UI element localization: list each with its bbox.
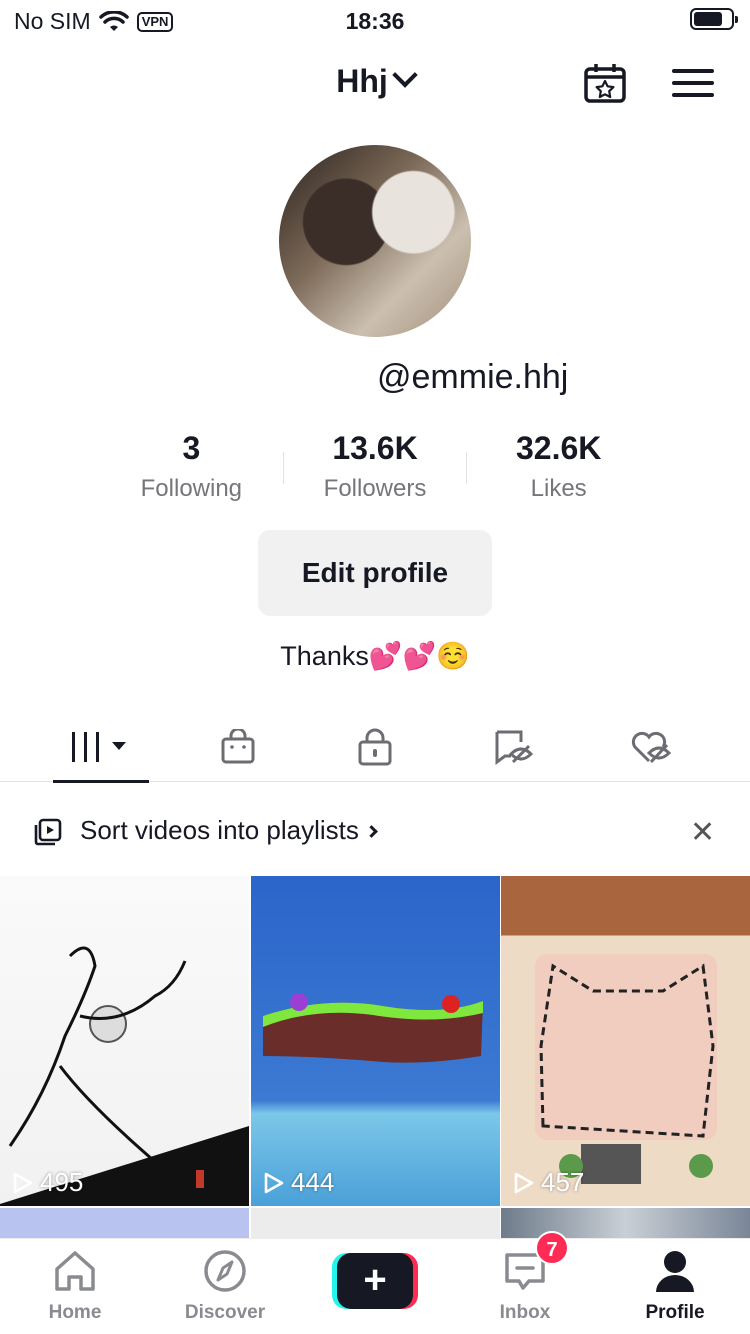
video-thumbnail[interactable]	[251, 1208, 500, 1238]
close-icon[interactable]: ✕	[690, 815, 715, 850]
stickman-thumbnail-art	[0, 946, 249, 1206]
tab-shop[interactable]	[190, 712, 286, 782]
hidden-heart-icon	[631, 731, 671, 764]
followers-stat[interactable]: 13.6K Followers	[284, 430, 467, 510]
play-icon	[13, 1172, 33, 1193]
view-count-value: 444	[291, 1167, 335, 1197]
play-icon	[264, 1172, 284, 1193]
menu-line	[672, 93, 714, 97]
profile-bio: Thanks💕💕☺️	[280, 641, 470, 671]
lock-icon	[358, 728, 392, 766]
playlist-banner-text: Sort videos into playlists	[80, 815, 378, 846]
chevron-right-icon	[365, 825, 378, 838]
video-thumbnail[interactable]: 444	[251, 876, 500, 1206]
likes-label: Likes	[530, 475, 587, 502]
person-icon	[656, 1251, 694, 1292]
view-count-value: 457	[541, 1167, 585, 1197]
home-icon	[55, 1251, 95, 1291]
video-thumbnail[interactable]	[501, 1208, 750, 1238]
status-bar: No SIM VPN 18:36	[0, 0, 750, 40]
profile-handle: @emmie.hhj	[377, 358, 569, 396]
nav-discover-label: Discover	[184, 1302, 266, 1323]
nav-inbox[interactable]: Inbox	[465, 1249, 585, 1324]
content-tabs	[0, 712, 750, 783]
platform-thumbnail-art	[263, 993, 483, 1063]
likes-count: 32.6K	[515, 430, 602, 466]
nav-home[interactable]: Home	[15, 1249, 135, 1324]
status-time: 18:36	[345, 8, 405, 34]
cat-puzzle-thumbnail-art	[535, 954, 717, 1184]
view-count-value: 495	[40, 1167, 84, 1197]
video-thumbnail[interactable]	[0, 1208, 249, 1238]
menu-line	[672, 69, 714, 73]
edit-profile-button[interactable]: Edit profile	[258, 530, 492, 616]
calendar-button[interactable]	[584, 63, 626, 103]
playlist-icon	[34, 818, 62, 846]
video-thumbnail[interactable]: 495	[0, 876, 249, 1206]
view-count: 495	[12, 1167, 83, 1198]
nav-discover[interactable]: Discover	[165, 1249, 285, 1324]
nav-profile[interactable]: Profile	[615, 1249, 735, 1324]
view-count: 457	[513, 1167, 584, 1198]
followers-label: Followers	[323, 475, 427, 502]
tab-liked[interactable]	[602, 712, 698, 782]
video-thumbnail[interactable]: 457	[501, 876, 750, 1206]
compass-icon	[204, 1250, 246, 1292]
create-button[interactable]: +	[332, 1253, 418, 1309]
hidden-repost-icon	[495, 730, 533, 765]
chevron-down-icon	[392, 62, 418, 88]
menu-line	[672, 81, 714, 85]
playlist-banner[interactable]: Sort videos into playlists ✕	[0, 805, 750, 857]
video-grid: 495 444 457	[0, 876, 750, 1238]
account-switcher[interactable]: Hhj	[0, 62, 750, 100]
profile-stats: 3 Following 13.6K Followers 32.6K Likes	[100, 430, 650, 510]
view-count: 444	[263, 1167, 334, 1198]
menu-button[interactable]	[672, 69, 714, 99]
likes-stat[interactable]: 32.6K Likes	[467, 430, 650, 510]
tab-reposts[interactable]	[465, 712, 561, 782]
profile-header: Hhj	[0, 55, 750, 115]
tab-private[interactable]	[327, 712, 423, 782]
playlist-banner-label: Sort videos into playlists	[80, 815, 359, 845]
following-label: Following	[140, 475, 243, 502]
videos-grid-icon	[72, 732, 126, 762]
followers-count: 13.6K	[332, 430, 418, 466]
shopping-bag-icon	[221, 729, 255, 764]
account-name: Hhj	[336, 63, 388, 99]
nav-home-label: Home	[48, 1302, 102, 1323]
battery-icon	[690, 8, 738, 30]
following-count: 3	[182, 430, 201, 466]
avatar[interactable]	[279, 145, 471, 337]
play-icon	[514, 1172, 534, 1193]
following-stat[interactable]: 3 Following	[100, 430, 283, 510]
inbox-badge: 7	[535, 1231, 569, 1265]
calendar-star-icon	[584, 64, 626, 103]
nav-profile-label: Profile	[645, 1302, 705, 1323]
nav-inbox-label: Inbox	[499, 1302, 551, 1323]
plus-icon: +	[337, 1253, 413, 1309]
tab-videos[interactable]	[53, 712, 149, 783]
bottom-nav: Home Discover + Inbox 7 Profile	[0, 1231, 750, 1334]
